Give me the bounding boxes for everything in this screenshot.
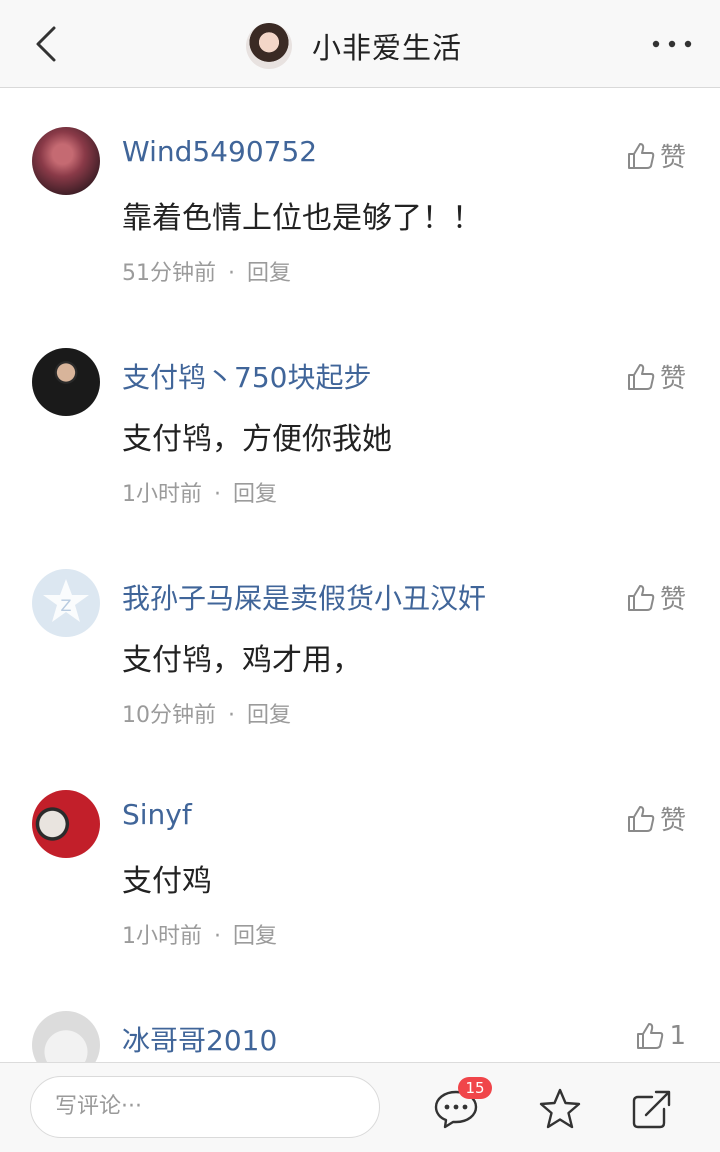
reply-link[interactable]: 回复 xyxy=(233,482,277,507)
comment-time: 1小时前 xyxy=(122,924,202,949)
page-title-group[interactable]: 小非爱生活 xyxy=(246,22,462,70)
default-avatar-star-icon: Z xyxy=(43,579,89,622)
comments-button[interactable]: 15 xyxy=(432,1077,492,1133)
like-button[interactable]: 1 xyxy=(635,1021,686,1051)
thumbs-up-icon xyxy=(627,805,655,832)
thumbs-up-icon xyxy=(637,1023,664,1049)
svg-text:Z: Z xyxy=(61,596,72,615)
meta-separator: · xyxy=(228,703,235,728)
like-count: 1 xyxy=(669,1021,686,1051)
reply-link[interactable]: 回复 xyxy=(233,924,277,949)
top-nav-bar: 小非爱生活 xyxy=(0,0,720,88)
comment-text: 支付鸡 xyxy=(122,864,212,899)
like-label: 赞 xyxy=(659,143,686,173)
comment-meta: 1小时前 · 回复 xyxy=(122,918,277,950)
comment-time: 1小时前 xyxy=(122,482,202,507)
user-avatar[interactable] xyxy=(32,127,100,195)
like-label: 赞 xyxy=(659,364,686,394)
comment-input[interactable]: 写评论··· xyxy=(30,1076,380,1138)
comment-username[interactable]: 冰哥哥2010 xyxy=(122,1019,277,1059)
bottom-action-bar: 写评论··· 15 xyxy=(0,1062,720,1152)
user-avatar[interactable]: Z xyxy=(32,569,100,637)
share-button[interactable] xyxy=(628,1085,676,1133)
comment-item: 冰哥哥2010 1 xyxy=(0,1011,720,1062)
comment-meta: 1小时前 · 回复 xyxy=(122,476,277,508)
favorite-button[interactable] xyxy=(536,1085,584,1133)
star-icon xyxy=(539,1088,581,1129)
comment-text: 支付鸨，鸡才用， xyxy=(122,643,362,678)
more-dots-icon xyxy=(652,40,692,48)
meta-separator: · xyxy=(214,482,221,507)
comment-meta: 51分钟前 · 回复 xyxy=(122,255,291,287)
comment-meta: 10分钟前 · 回复 xyxy=(122,697,291,729)
comment-time: 10分钟前 xyxy=(122,703,216,728)
reply-link[interactable]: 回复 xyxy=(247,703,291,728)
comment-time: 51分钟前 xyxy=(122,261,216,286)
like-label: 赞 xyxy=(659,585,686,615)
chevron-left-icon xyxy=(36,26,56,62)
comment-username[interactable]: Sinyf xyxy=(122,798,192,831)
comment-item: 支付鸨丶750块起步 赞 支付鸨，方便你我她 1小时前 · 回复 xyxy=(0,348,720,548)
comment-username[interactable]: 支付鸨丶750块起步 xyxy=(122,356,371,396)
reply-link[interactable]: 回复 xyxy=(247,261,291,286)
comment-count-badge: 15 xyxy=(458,1077,492,1099)
comment-text: 靠着色情上位也是够了！！ xyxy=(122,201,482,236)
like-button[interactable]: 赞 xyxy=(626,579,686,616)
comment-item: Wind5490752 赞 靠着色情上位也是够了！！ 51分钟前 · 回复 xyxy=(0,127,720,327)
comment-text: 支付鸨，方便你我她 xyxy=(122,422,392,457)
user-avatar[interactable] xyxy=(32,348,100,416)
thumbs-up-icon xyxy=(627,363,655,390)
comment-item: Z 我孙子马屎是卖假货小丑汉奸 赞 支付鸨，鸡才用， 10分钟前 · 回复 xyxy=(0,569,720,769)
comment-username[interactable]: 我孙子马屎是卖假货小丑汉奸 xyxy=(122,577,486,617)
thumbs-up-icon xyxy=(627,142,655,169)
thumbs-up-icon xyxy=(627,584,655,611)
user-avatar[interactable] xyxy=(32,1011,100,1062)
like-button[interactable]: 赞 xyxy=(626,137,686,174)
comment-item: Sinyf 赞 支付鸡 1小时前 · 回复 xyxy=(0,790,720,990)
like-button[interactable]: 赞 xyxy=(626,358,686,395)
user-avatar[interactable] xyxy=(32,790,100,858)
author-avatar[interactable] xyxy=(246,23,292,69)
meta-separator: · xyxy=(228,261,235,286)
back-button[interactable] xyxy=(28,24,68,64)
like-label: 赞 xyxy=(659,806,686,836)
comment-username[interactable]: Wind5490752 xyxy=(122,135,317,168)
more-button[interactable] xyxy=(648,26,696,62)
page-title: 小非爱生活 xyxy=(312,31,463,65)
meta-separator: · xyxy=(214,924,221,949)
like-button[interactable]: 赞 xyxy=(626,800,686,837)
share-icon xyxy=(632,1090,671,1129)
